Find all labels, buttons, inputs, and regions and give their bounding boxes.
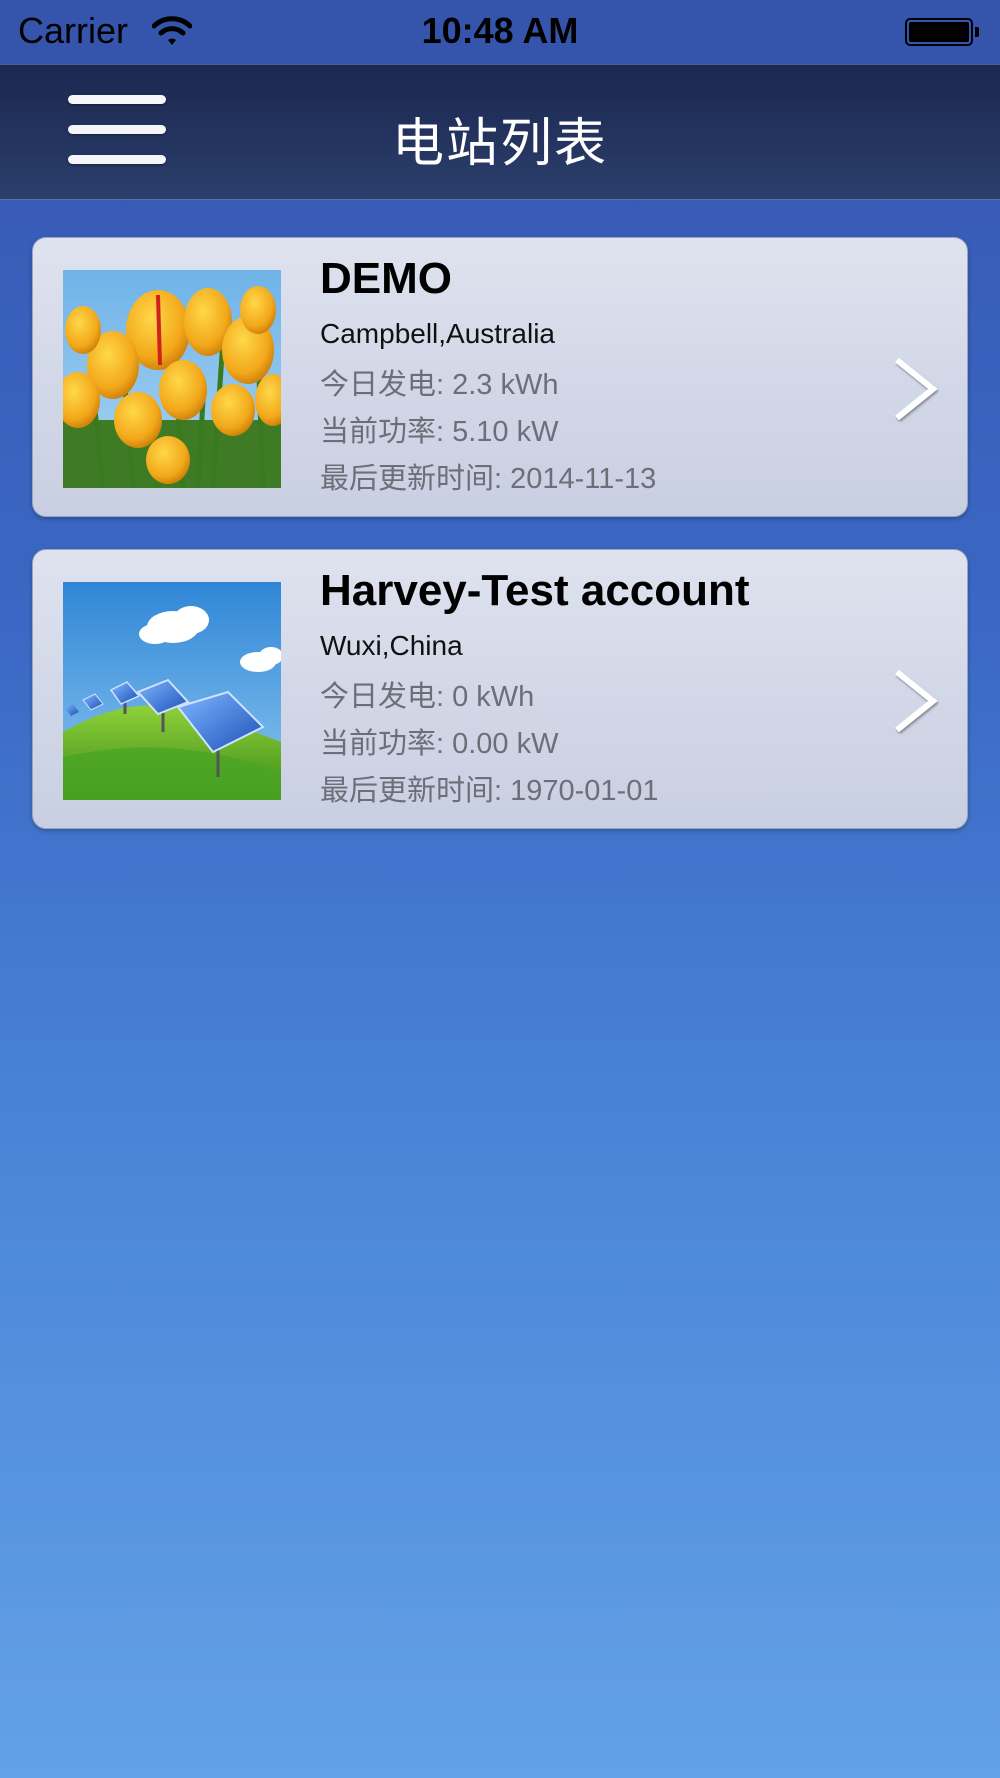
solar-panels-photo bbox=[63, 582, 281, 800]
today-generation: 今日发电: 2.3 kWh bbox=[320, 369, 559, 401]
status-bar: Carrier 10:48 AM bbox=[0, 0, 1000, 64]
battery-icon bbox=[905, 18, 973, 46]
current-power: 当前功率: 5.10 kW bbox=[320, 416, 559, 448]
station-card-harvey-test[interactable]: Harvey-Test account Wuxi,China 今日发电: 0 k… bbox=[32, 549, 968, 829]
station-name: DEMO bbox=[320, 254, 452, 303]
battery-tip bbox=[975, 27, 979, 37]
station-location: Campbell,Australia bbox=[320, 318, 555, 349]
battery-level bbox=[909, 22, 969, 42]
today-generation: 今日发电: 0 kWh bbox=[320, 681, 535, 713]
navigation-bar: 电站列表 bbox=[0, 64, 1000, 200]
station-location: Wuxi,China bbox=[320, 630, 463, 661]
current-power: 当前功率: 0.00 kW bbox=[320, 728, 559, 760]
status-time: 10:48 AM bbox=[421, 10, 579, 51]
last-update-time: 最后更新时间: 2014-11-13 bbox=[320, 463, 657, 495]
chevron-right-icon[interactable] bbox=[891, 356, 939, 422]
station-card-demo[interactable]: DEMO Campbell,Australia 今日发电: 2.3 kWh 当前… bbox=[32, 237, 968, 517]
yellow-tulips-photo bbox=[63, 270, 281, 488]
chevron-right-icon[interactable] bbox=[891, 668, 939, 734]
page-title: 电站列表 bbox=[391, 115, 608, 173]
station-name: Harvey-Test account bbox=[320, 566, 750, 615]
last-update-time: 最后更新时间: 1970-01-01 bbox=[320, 775, 659, 807]
